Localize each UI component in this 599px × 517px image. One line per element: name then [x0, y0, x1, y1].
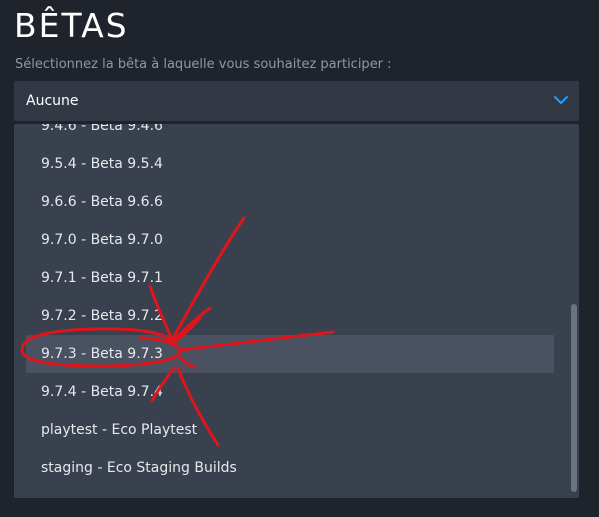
- beta-option[interactable]: 9.4.6 - Beta 9.4.6: [14, 124, 569, 145]
- beta-select[interactable]: Aucune: [14, 81, 579, 121]
- beta-option[interactable]: playtest - Eco Playtest: [14, 411, 569, 449]
- beta-dropdown-list[interactable]: 9.4.6 - Beta 9.4.6 9.5.4 - Beta 9.5.4 9.…: [14, 124, 579, 498]
- chevron-down-icon[interactable]: [553, 92, 569, 108]
- beta-option[interactable]: 9.7.2 - Beta 9.7.2: [14, 297, 569, 335]
- dropdown-scrollbar[interactable]: [571, 304, 577, 492]
- beta-option[interactable]: staging - Eco Staging Builds: [14, 449, 569, 487]
- beta-select-value: Aucune: [26, 93, 79, 109]
- beta-options: 9.4.6 - Beta 9.4.6 9.5.4 - Beta 9.5.4 9.…: [14, 124, 569, 487]
- beta-option[interactable]: 9.6.6 - Beta 9.6.6: [14, 183, 569, 221]
- beta-option[interactable]: 9.7.0 - Beta 9.7.0: [14, 221, 569, 259]
- beta-option-highlighted[interactable]: 9.7.3 - Beta 9.7.3: [26, 335, 554, 373]
- beta-prompt-label: Sélectionnez la bêta à laquelle vous sou…: [15, 57, 392, 72]
- beta-option[interactable]: 9.7.4 - Beta 9.7.4: [14, 373, 569, 411]
- beta-option[interactable]: 9.7.1 - Beta 9.7.1: [14, 259, 569, 297]
- beta-option[interactable]: 9.5.4 - Beta 9.5.4: [14, 145, 569, 183]
- page-title: BÊTAS: [14, 6, 129, 45]
